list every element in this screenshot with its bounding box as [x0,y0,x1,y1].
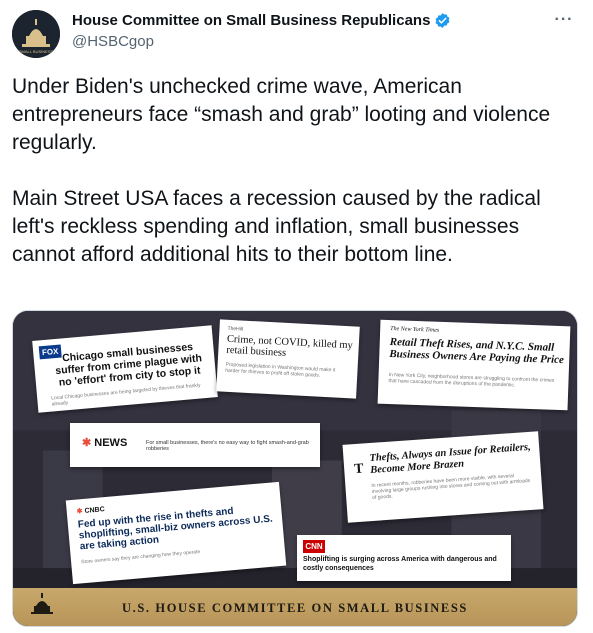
nbc-headline: For small businesses, there's no easy wa… [146,440,309,452]
clipping-cnn: CNN Shoplifting is surging across Americ… [297,535,511,581]
tweet-header: SMALL BUSINESS House Committee on Small … [12,10,581,58]
crime-publication: TheHill [227,325,244,333]
clipping-nbc-news: ✱ NEWS For small businesses, there's no … [70,423,320,467]
nyt-body: In New York City, neighborhood stores ar… [388,372,555,389]
cnn-headline: Shoplifting is surging across America wi… [303,556,497,572]
thefts-headline: Thefts, Always an Issue for Retailers, B… [369,441,532,477]
name-block: House Committee on Small Business Republ… [72,12,451,50]
cnn-logo: CNN [303,540,325,553]
verified-badge-icon [435,13,450,28]
thefts-body: In recent months, robberies have been mo… [371,473,531,501]
clipping-nyt-thefts: T Thefts, Always an Issue for Retailers,… [342,431,544,523]
tweet-text: Under Biden's unchecked crime wave, Amer… [12,75,551,266]
cnbc-logo: ✱ CNBC [76,505,105,515]
nyt-headline: Retail Theft Rises, and N.Y.C. Small Bus… [389,336,565,367]
nbc-news-logo: ✱ NEWS [82,436,127,449]
avatar[interactable]: SMALL BUSINESS [12,10,60,58]
crime-body: Proposed legislation in Washington would… [225,361,336,379]
capitol-icon: SMALL BUSINESS [12,10,60,58]
committee-footer-band: U.S. HOUSE COMMITTEE ON SMALL BUSINESS [13,588,577,626]
handle[interactable]: @HSBCgop [72,33,451,50]
fox-headline: Chicago small businesses suffer from cri… [54,341,203,389]
more-options-icon[interactable]: ··· [553,12,575,32]
nbc-logo-text: NEWS [94,437,128,449]
committee-footer-text: U.S. HOUSE COMMITTEE ON SMALL BUSINESS [122,601,468,615]
clipping-crime-covid: TheHill Crime, not COVID, killed my reta… [216,319,360,399]
peacock-icon: ✱ [82,437,92,449]
tweet-media-image[interactable]: FOX Chicago small businesses suffer from… [12,310,578,627]
nyt-publication: The New York Times [390,326,440,334]
clipping-nyt-retail-theft: The New York Times Retail Theft Rises, a… [377,319,571,411]
svg-text:SMALL BUSINESS: SMALL BUSINESS [19,49,54,54]
display-name[interactable]: House Committee on Small Business Republ… [72,12,430,29]
crime-headline: Crime, not COVID, killed my retail busin… [226,333,354,359]
nyt-t-logo: T [353,461,365,478]
cnbc-logo-text: CNBC [84,506,106,515]
cnbc-peacock-icon: ✱ [76,508,83,516]
